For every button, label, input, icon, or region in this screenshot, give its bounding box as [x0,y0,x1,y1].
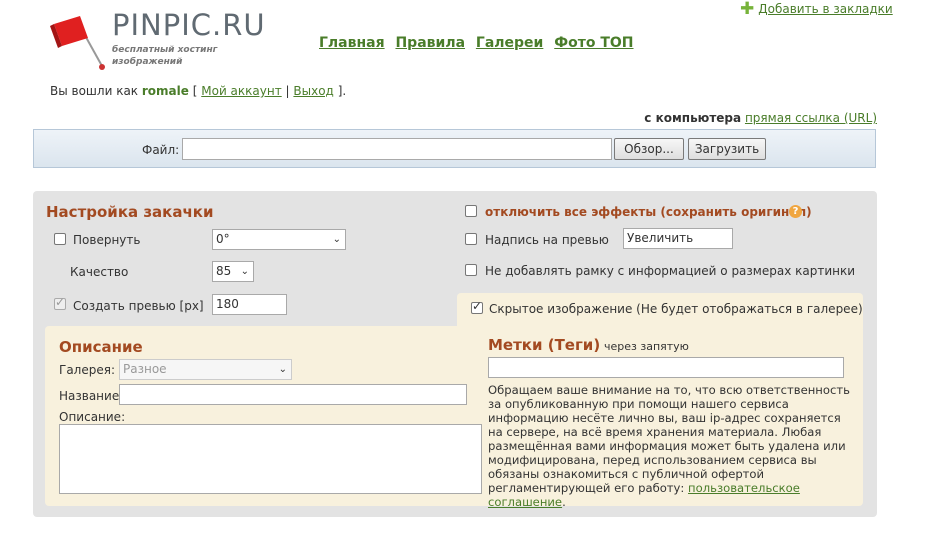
description-title: Описание [59,338,143,356]
desc-textarea[interactable] [59,424,482,494]
no-frame-checkbox[interactable] [465,264,477,276]
nav-home[interactable]: Главная [319,35,385,51]
hidden-image-checkbox[interactable] [471,299,483,314]
preview-label: Создать превью [px] [73,299,204,313]
username: romale [141,84,189,98]
rotate-label: Повернуть [73,233,141,247]
quality-select[interactable]: 85 ⌄ [212,261,254,282]
caption-checkbox[interactable] [465,233,477,245]
tags-header: Метки (Теги) через запятую [488,336,689,354]
chevron-down-icon: ⌄ [332,234,341,245]
file-label: Файл: [142,143,180,157]
tags-title: Метки (Теги) [488,336,601,354]
preview-checkbox[interactable] [54,295,66,310]
quality-value: 85 [216,264,232,278]
logo-tagline: бесплатный хостинг изображений [112,45,218,67]
desc-label: Описание: [59,410,126,424]
main-nav: Главная Правила Галереи Фото ТОП [319,35,640,51]
notice-text: Обращаем ваше внимание на то, что всю от… [488,383,850,495]
rotate-checkbox[interactable] [54,233,66,245]
session-info: Вы вошли как romale [ Мой аккаунт | Выхо… [50,84,346,98]
tags-hint: через запятую [604,340,689,353]
bookmark-label[interactable]: Добавить в закладки [758,2,892,16]
plus-icon: ✚ [740,0,755,19]
notice-period: . [562,495,566,509]
details-area: Описание Галерея: Разное ⌄ Название: Опи… [45,326,863,509]
logout-link[interactable]: Выход [293,84,333,98]
url-source-link[interactable]: прямая ссылка (URL) [745,111,877,125]
gallery-select[interactable]: Разное ⌄ [119,359,292,380]
file-input[interactable] [182,138,612,160]
settings-title: Настройка закачки [46,203,214,221]
gallery-label: Галерея: [59,363,115,377]
rotate-select[interactable]: 0° ⌄ [212,229,346,250]
chevron-down-icon: ⌄ [278,364,287,375]
gallery-value: Разное [123,362,167,376]
settings-panel: Настройка закачки Повернуть 0° ⌄ Качеств… [33,191,877,517]
upload-button[interactable]: Загрузить [688,138,766,160]
nav-photo-top[interactable]: Фото ТОП [554,35,633,51]
responsibility-notice: Обращаем ваше внимание на то, что всю от… [488,383,850,509]
bookmark-link[interactable]: ✚ Добавить в закладки [740,0,893,19]
flag-pin-icon [50,16,105,70]
account-link[interactable]: Мой аккаунт [201,84,281,98]
hidden-image-label: Скрытое изображение (Не будет отображать… [489,302,863,316]
upload-bar: Файл: Обзор... Загрузить [33,129,876,168]
help-icon[interactable]: ? [789,205,802,218]
name-label: Название: [59,389,124,403]
bracket-close: ]. [337,84,347,98]
disable-effects-checkbox[interactable] [465,205,477,217]
nav-rules[interactable]: Правила [395,35,465,51]
nav-galleries[interactable]: Галереи [476,35,543,51]
no-frame-label: Не добавлять рамку с информацией о разме… [485,264,856,278]
quality-label: Качество [70,265,129,279]
separator: | [285,84,290,98]
session-prefix: Вы вошли как [50,84,139,98]
chevron-down-icon: ⌄ [240,266,249,277]
browse-button[interactable]: Обзор... [614,138,684,160]
rotate-value: 0° [216,232,230,246]
name-input[interactable] [119,384,467,405]
disable-effects-label: отключить все эффекты (сохранить оригина… [485,205,812,219]
tags-input[interactable] [488,357,844,378]
preview-size-input[interactable]: 180 [212,294,287,315]
bracket-open: [ [192,84,198,98]
caption-input[interactable]: Увеличить [623,228,733,249]
source-switch: с компьютера прямая ссылка (URL) [644,111,877,125]
caption-label: Надпись на превью [485,233,609,247]
source-current: с компьютера [644,111,742,125]
logo-text: PINPIC.RU [112,8,266,42]
site-logo[interactable]: PINPIC.RU бесплатный хостинг изображений [30,2,278,82]
